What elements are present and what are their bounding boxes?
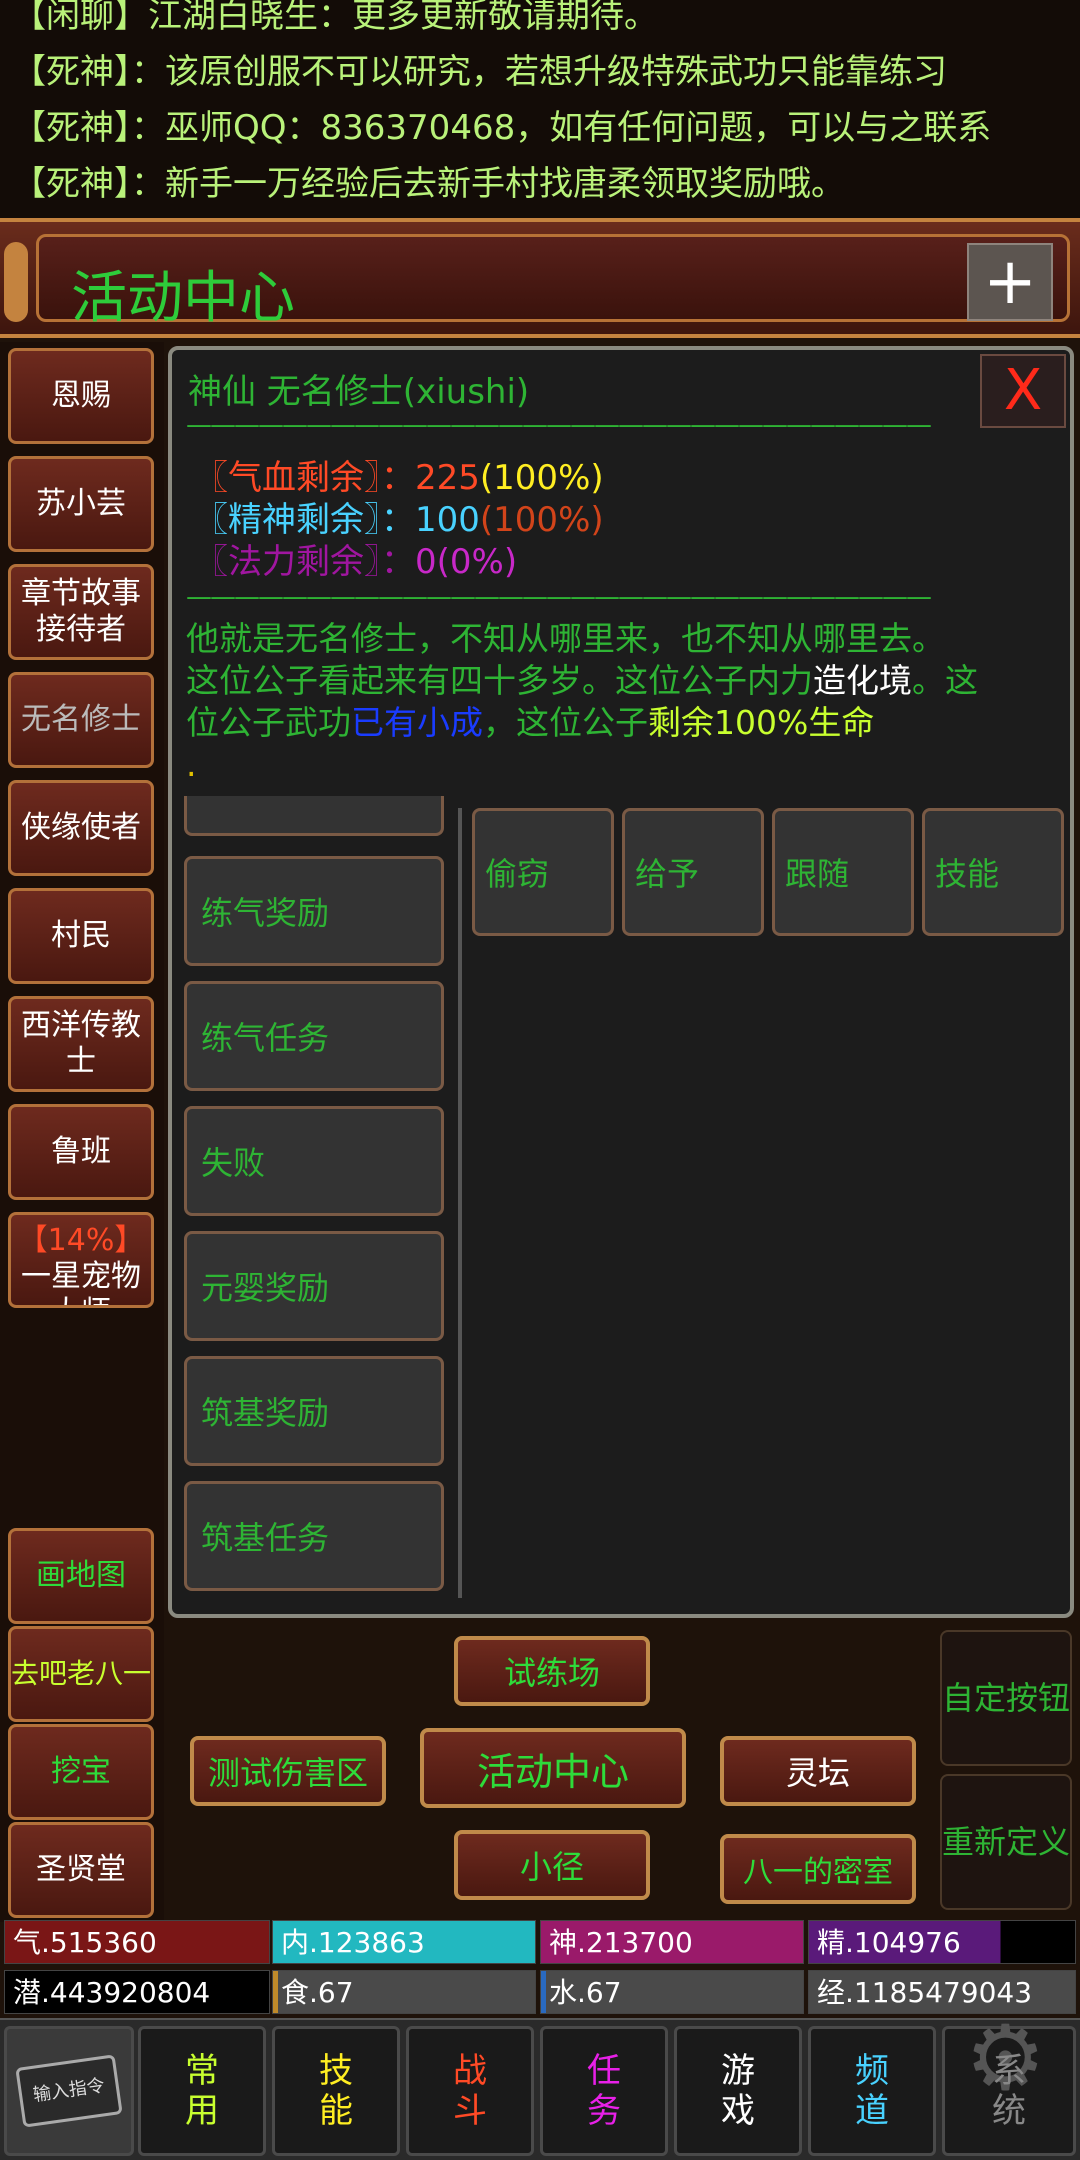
give-button[interactable]: 给予 <box>622 808 764 936</box>
npc-list: 恩赐 苏小芸 章节故事接待者 无名修士 侠缘使者 村民 西洋传教士 鲁班 【14… <box>0 342 164 1922</box>
npc-button[interactable]: 章节故事接待者 <box>8 564 154 660</box>
action-button-partial[interactable] <box>184 796 444 836</box>
action-button[interactable]: 练气奖励 <box>184 856 444 966</box>
path-button[interactable]: 小径 <box>454 1830 650 1900</box>
frame-ornament <box>4 242 28 322</box>
npc-button-selected[interactable]: 无名修士 <box>8 672 154 768</box>
action-button[interactable]: 元婴奖励 <box>184 1231 444 1341</box>
treasure-button[interactable]: 挖宝 <box>8 1724 154 1820</box>
mp-label: 〖法力剩余〗： <box>194 542 415 582</box>
divider-line: ——————————————————————————————— <box>186 582 932 612</box>
tab-tasks[interactable]: 任务 <box>540 2026 668 2156</box>
follow-button[interactable]: 跟随 <box>772 808 914 936</box>
npc-description: 他就是无名修士，不知从哪里来，也不知从哪里去。 这位公子看起来有四十多岁。这位公… <box>186 618 1066 786</box>
location-header: 活动中心 + <box>0 218 1080 338</box>
bottom-tab-bar: 输入指令 常用 技能 战斗 任务 游戏 频道 ⚙ 系统 <box>0 2014 1080 2160</box>
draw-map-button[interactable]: 画地图 <box>8 1528 154 1624</box>
action-button[interactable]: 筑基奖励 <box>184 1356 444 1466</box>
mp-percent: (0%) <box>436 542 518 582</box>
chat-line: 【闲聊】江湖白晓生：更多更新敬请期待。 <box>12 0 658 36</box>
desc-line: 这位公子看起来有四十多岁。这位公子内力造化境。这 <box>186 661 978 700</box>
activity-center-button[interactable]: 活动中心 <box>420 1728 686 1808</box>
chat-line: 【死神】：该原创服不可以研究，若想升级特殊武功只能靠练习 <box>12 52 947 92</box>
action-button[interactable]: 失败 <box>184 1106 444 1216</box>
pet-progress: 【14%】 <box>17 1223 145 1258</box>
potential-bar: 潜.443920804 <box>4 1970 270 2014</box>
action-button[interactable]: 筑基任务 <box>184 1481 444 1591</box>
skills-button[interactable]: 技能 <box>922 808 1064 936</box>
chat-line: 【死神】：巫师QQ：836370468，如有任何问题，可以与之联系 <box>12 108 992 148</box>
tab-system-label: 系统 <box>992 2051 1026 2131</box>
qi-bar: 气.515360 <box>4 1920 270 1964</box>
pet-master-button[interactable]: 【14%】 一星宠物大师 <box>8 1212 154 1308</box>
tab-system[interactable]: ⚙ 系统 <box>942 2014 1076 2156</box>
desc-line: . <box>186 745 197 784</box>
mp-row: 〖法力剩余〗：0(0%) <box>194 534 517 583</box>
steal-button[interactable]: 偷窃 <box>472 808 614 936</box>
tab-channel[interactable]: 频道 <box>808 2026 936 2156</box>
tab-fight[interactable]: 战斗 <box>406 2026 534 2156</box>
divider-line: ——————————————————————————————— <box>186 410 932 440</box>
sage-hall-button[interactable]: 圣贤堂 <box>8 1822 154 1918</box>
custom-button[interactable]: 自定按钮 <box>940 1630 1072 1766</box>
input-command-label: 输入指令 <box>15 2054 123 2128</box>
npc-info-panel: 神仙 无名修士(xiushi) X ——————————————————————… <box>168 346 1074 1618</box>
tab-skills[interactable]: 技能 <box>272 2026 400 2156</box>
damage-test-button[interactable]: 测试伤害区 <box>190 1736 386 1806</box>
pet-label: 一星宠物大师 <box>21 1259 141 1305</box>
chat-log[interactable]: 【闲聊】江湖白晓生：更多更新敬请期待。 【死神】：该原创服不可以研究，若想升级特… <box>0 0 1080 218</box>
water-bar: 水.67 <box>540 1970 804 2014</box>
chat-line: 【死神】：新手一万经验后去新手村找唐柔领取奖励哦。 <box>12 164 845 204</box>
header-frame: 活动中心 + <box>36 234 1070 331</box>
npc-name: 神仙 无名修士(xiushi) <box>188 372 530 412</box>
npc-button[interactable]: 村民 <box>8 888 154 984</box>
expand-button[interactable]: + <box>967 243 1053 321</box>
trial-ground-button[interactable]: 试练场 <box>454 1636 650 1706</box>
desc-line: 他就是无名修士，不知从哪里来，也不知从哪里去。 <box>186 619 945 658</box>
tab-game[interactable]: 游戏 <box>674 2026 802 2156</box>
npc-button[interactable]: 恩赐 <box>8 348 154 444</box>
location-title: 活动中心 <box>71 266 295 331</box>
column-divider <box>458 808 462 1598</box>
secret-room-button[interactable]: 八一的密室 <box>720 1834 916 1904</box>
neili-bar: 内.123863 <box>272 1920 536 1964</box>
goto-button[interactable]: 去吧老八一 <box>8 1626 154 1722</box>
desc-line: 位公子武功已有小成，这位公子剩余100%生命 <box>186 703 875 742</box>
npc-button[interactable]: 侠缘使者 <box>8 780 154 876</box>
jing-bar: 精.104976 <box>808 1920 1076 1964</box>
npc-button[interactable]: 鲁班 <box>8 1104 154 1200</box>
mp-value: 0 <box>415 542 437 582</box>
food-bar: 食.67 <box>272 1970 536 2014</box>
altar-button[interactable]: 灵坛 <box>720 1736 916 1806</box>
shen-bar: 神.213700 <box>540 1920 804 1964</box>
action-button[interactable]: 练气任务 <box>184 981 444 1091</box>
npc-button[interactable]: 苏小芸 <box>8 456 154 552</box>
redefine-button[interactable]: 重新定义 <box>940 1774 1072 1910</box>
tab-common[interactable]: 常用 <box>138 2026 266 2156</box>
npc-button[interactable]: 西洋传教士 <box>8 996 154 1092</box>
input-command-button[interactable]: 输入指令 <box>4 2026 134 2156</box>
